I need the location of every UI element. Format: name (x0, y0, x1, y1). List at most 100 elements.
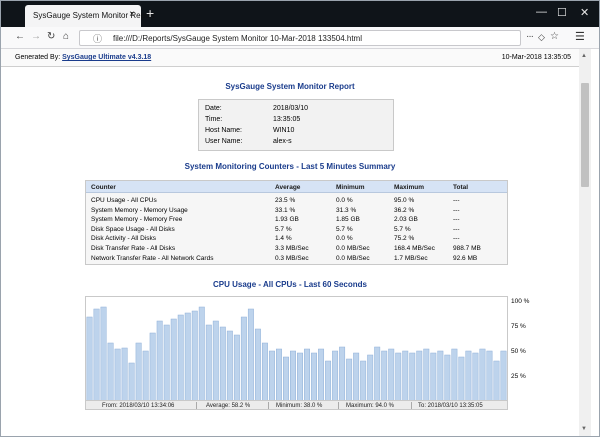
cpu-bar (198, 306, 205, 401)
cpu-bar (177, 314, 184, 401)
bookmark-star-icon[interactable]: ☆ (550, 31, 559, 42)
info-value: WIN10 (273, 127, 295, 134)
cpu-bar (247, 308, 254, 401)
y-tick-label: 100 % (511, 298, 530, 305)
table-cell: 0.0 % (336, 235, 353, 243)
table-cell: 1.93 GB (275, 216, 299, 224)
column-header: Total (453, 184, 469, 191)
cpu-bar (451, 348, 458, 401)
cpu-bar (479, 348, 486, 401)
cpu-bar (332, 350, 339, 401)
tab-title: SysGauge System Monitor Report (33, 11, 155, 20)
cpu-bar (388, 348, 395, 401)
counter-name-cell: Disk Space Usage - All Disks (91, 225, 175, 233)
info-value: 13:35:05 (273, 116, 301, 123)
y-tick-label: 75 % (511, 323, 526, 330)
vertical-scrollbar[interactable]: ▲ ▼ (579, 49, 591, 436)
table-cell: 0.3 MB/Sec (275, 254, 309, 262)
maximize-icon[interactable]: ☐ (557, 6, 567, 19)
counter-name-cell: Disk Activity - All Disks (91, 235, 157, 243)
cpu-bar (360, 360, 367, 401)
chart-title: CPU Usage - All CPUs - Last 60 Seconds (213, 280, 367, 289)
cpu-bar (86, 316, 93, 401)
generated-by: Generated By: SysGauge Ultimate v4.3.18 (15, 54, 151, 61)
table-cell: 36.2 % (394, 206, 415, 214)
table-cell: 3.3 MB/Sec (275, 245, 309, 252)
footer-divider (196, 402, 197, 409)
cpu-bar (325, 360, 332, 401)
cpu-bar (465, 350, 472, 401)
table-cell: 1.85 GB (336, 216, 360, 224)
tab-report[interactable]: SysGauge System Monitor Report × (25, 5, 154, 27)
cpu-bar (318, 348, 325, 401)
table-cell: 2.03 GB (394, 216, 418, 224)
cpu-bar (121, 347, 128, 401)
page-content: Generated By: SysGauge Ultimate v4.3.18 … (1, 49, 599, 436)
column-header: Maximum (394, 184, 424, 191)
y-tick-label: 25 % (511, 373, 526, 380)
info-value: alex-s (273, 138, 292, 145)
hamburger-menu-icon[interactable]: ☰ (575, 30, 585, 43)
cpu-bar (219, 326, 226, 401)
cpu-bar (458, 356, 465, 401)
cpu-bar (339, 346, 346, 401)
scroll-up-icon[interactable]: ▲ (581, 53, 587, 59)
cpu-bar (283, 356, 289, 401)
cpu-bar (374, 346, 381, 401)
cpu-bar (107, 342, 114, 401)
cpu-bar (261, 342, 268, 401)
cpu-bar (486, 350, 493, 401)
reload-icon[interactable]: ↻ (47, 31, 55, 43)
minimize-icon[interactable]: — (536, 6, 547, 18)
table-cell: 168.4 MB/Sec (394, 245, 435, 252)
chart-footer: From: 2018/03/10 13:34:06 Average: 58.2 … (85, 400, 508, 410)
window-close-icon[interactable]: ✕ (580, 6, 589, 19)
url-bar[interactable]: ⓘ file:///D:/Reports/SysGauge System Mon… (79, 30, 559, 46)
cpu-bar (395, 352, 402, 401)
summary-table: Counter Average Minimum Maximum Total CP… (85, 180, 508, 265)
tab-close-icon[interactable]: × (129, 9, 135, 20)
browser-window: SysGauge System Monitor Report × + — ☐ ✕… (0, 0, 600, 437)
table-cell: 33.1 % (275, 206, 296, 214)
cpu-bar (128, 362, 135, 401)
info-label: Host Name: (205, 127, 242, 134)
back-icon[interactable]: ← (15, 31, 25, 43)
info-label: Date: (205, 105, 222, 112)
scroll-down-icon[interactable]: ▼ (581, 426, 587, 432)
forward-icon[interactable]: → (31, 31, 41, 43)
page-info-icon[interactable]: ⓘ (93, 32, 102, 45)
cpu-bar (212, 320, 219, 401)
info-value: 2018/03/10 (273, 105, 309, 112)
cpu-bar (114, 348, 121, 401)
table-cell: 988.7 MB (453, 245, 481, 252)
info-label: User Name: (205, 138, 243, 145)
cpu-bar (163, 324, 170, 401)
table-cell: 0.0 MB/Sec (336, 245, 370, 252)
chart-average: Average: 58.2 % (206, 403, 251, 409)
cpu-bar (254, 328, 261, 401)
counter-name-cell: Network Transfer Rate - All Network Card… (91, 254, 214, 262)
scroll-thumb[interactable] (581, 83, 589, 187)
footer-divider (268, 402, 269, 409)
cpu-bar (402, 350, 409, 401)
cpu-bar (184, 312, 191, 401)
generated-prefix: Generated By: (15, 54, 63, 61)
footer-divider (338, 402, 339, 409)
table-cell: 5.7 % (394, 225, 411, 233)
home-icon[interactable]: ⌂ (63, 31, 69, 43)
cpu-bar (311, 352, 318, 401)
table-cell: 0.0 MB/Sec (336, 254, 370, 262)
new-tab-icon[interactable]: + (146, 5, 154, 21)
page-actions-icon[interactable]: ··· (526, 31, 534, 42)
url-input[interactable]: file:///D:/Reports/SysGauge System Monit… (113, 34, 362, 43)
cpu-bar (346, 358, 353, 401)
cpu-bar (423, 348, 430, 401)
column-header: Minimum (336, 184, 365, 191)
pocket-icon[interactable]: ◇ (538, 32, 545, 43)
cpu-bar (268, 350, 275, 401)
cpu-bar (297, 352, 303, 401)
chart-from: From: 2018/03/10 13:34:06 (102, 403, 175, 409)
sysgauge-link[interactable]: SysGauge Ultimate v4.3.18 (62, 54, 151, 61)
summary-title: System Monitoring Counters - Last 5 Minu… (184, 162, 396, 171)
chart-maximum: Maximum: 94.0 % (346, 403, 395, 409)
